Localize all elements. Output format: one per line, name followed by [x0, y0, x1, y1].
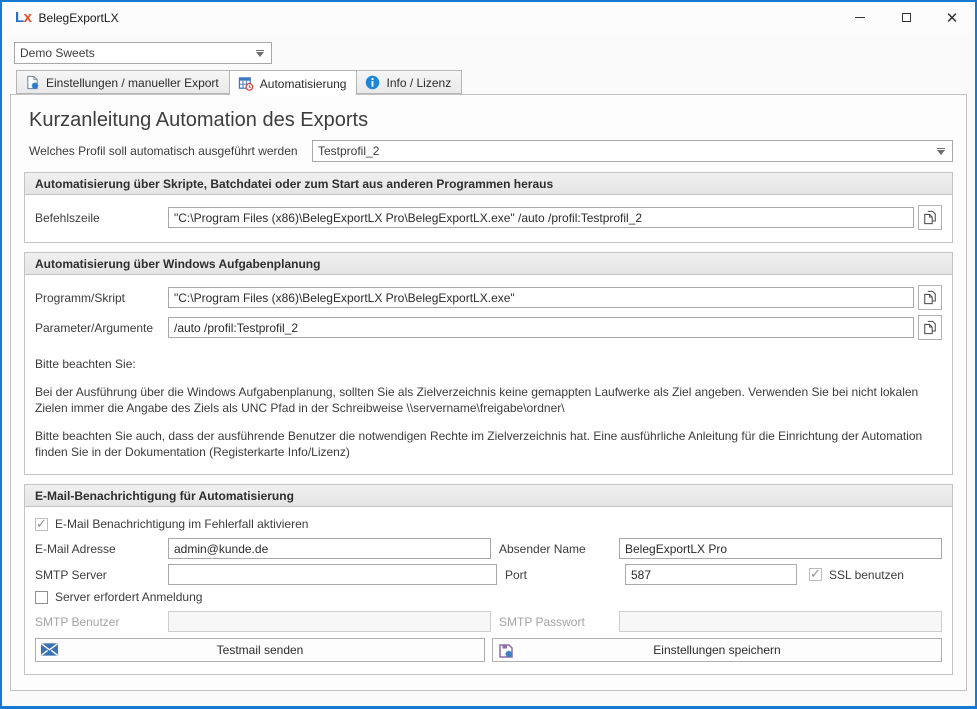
profile-select[interactable]: Testprofil_2 [312, 140, 953, 162]
parameter-argumente-input[interactable] [168, 317, 914, 338]
smtp-server-input[interactable] [168, 564, 497, 585]
smtp-benutzer-label: SMTP Benutzer [35, 615, 168, 629]
befehlszeile-input[interactable] [168, 207, 914, 228]
app-window: Lx BelegExportLX ✕ Demo Sweets Einstellu… [0, 0, 977, 709]
programm-skript-input[interactable] [168, 287, 914, 308]
window-title: BelegExportLX [39, 11, 119, 25]
app-logo-icon: Lx [15, 9, 32, 26]
scheduler-notes: Bitte beachten Sie: Bei der Ausführung ü… [35, 356, 942, 460]
ssl-label: SSL benutzen [829, 568, 904, 582]
section-scheduler: Automatisierung über Windows Aufgabenpla… [24, 252, 953, 475]
section-email-title: E-Mail-Benachrichtigung für Automatisier… [25, 485, 952, 507]
einstellungen-speichern-label: Einstellungen speichern [653, 643, 780, 657]
section-scheduler-title: Automatisierung über Windows Aufgabenpla… [25, 253, 952, 275]
maximize-button[interactable] [883, 2, 929, 33]
copy-icon [923, 290, 937, 305]
email-adresse-label: E-Mail Adresse [35, 542, 168, 556]
copy-icon [923, 320, 937, 335]
tab-automatisierung[interactable]: Automatisierung [230, 70, 358, 95]
befehlszeile-label: Befehlszeile [35, 211, 168, 225]
parameter-argumente-label: Parameter/Argumente [35, 321, 168, 335]
profile-label: Welches Profil soll automatisch ausgefüh… [29, 144, 312, 158]
copy-programm-button[interactable] [918, 285, 942, 310]
mandant-select-value: Demo Sweets [20, 46, 95, 60]
smtp-passwort-input [619, 611, 942, 632]
port-label: Port [497, 568, 625, 582]
page-title: Kurzanleitung Automation des Exports [29, 109, 953, 132]
note-permissions: Bitte beachten Sie auch, dass der ausfüh… [35, 428, 942, 460]
tab-label: Info / Lizenz [386, 76, 451, 90]
auth-checkbox[interactable] [35, 591, 48, 604]
section-scripts-title: Automatisierung über Skripte, Batchdatei… [25, 173, 952, 195]
smtp-benutzer-input [168, 611, 491, 632]
email-enable-checkbox [35, 518, 48, 531]
absender-name-label: Absender Name [491, 542, 619, 556]
chevron-down-icon [937, 150, 945, 155]
minimize-button[interactable] [837, 2, 883, 33]
auth-label: Server erfordert Anmeldung [55, 590, 202, 604]
email-adresse-input[interactable] [168, 538, 491, 559]
info-icon [365, 75, 380, 90]
copy-parameter-button[interactable] [918, 315, 942, 340]
programm-skript-label: Programm/Skript [35, 291, 168, 305]
tab-page-automatisierung: Kurzanleitung Automation des Exports Wel… [10, 94, 967, 691]
copy-befehlszeile-button[interactable] [918, 205, 942, 230]
section-scripts: Automatisierung über Skripte, Batchdatei… [24, 172, 953, 243]
mandant-select[interactable]: Demo Sweets [14, 42, 272, 64]
testmail-senden-label: Testmail senden [217, 643, 304, 657]
email-enable-label: E-Mail Benachrichtigung im Fehlerfall ak… [55, 517, 308, 531]
tab-info-lizenz[interactable]: Info / Lizenz [357, 70, 462, 94]
titlebar[interactable]: Lx BelegExportLX ✕ [2, 2, 975, 33]
mail-icon [41, 643, 58, 659]
document-gear-icon [25, 75, 40, 90]
testmail-senden-button[interactable]: Testmail senden [35, 638, 485, 662]
smtp-passwort-label: SMTP Passwort [491, 615, 619, 629]
port-input[interactable] [625, 564, 797, 585]
tab-label: Automatisierung [260, 77, 347, 91]
note-title: Bitte beachten Sie: [35, 356, 942, 372]
smtp-server-label: SMTP Server [35, 568, 168, 582]
note-mapped-drives: Bei der Ausführung über die Windows Aufg… [35, 384, 942, 416]
close-button[interactable]: ✕ [929, 2, 975, 33]
tab-bar: Einstellungen / manueller Export Automat… [16, 70, 975, 94]
save-settings-icon [498, 643, 514, 662]
section-email: E-Mail-Benachrichtigung für Automatisier… [24, 484, 953, 675]
chevron-down-icon [256, 52, 264, 57]
tab-einstellungen[interactable]: Einstellungen / manueller Export [16, 70, 230, 94]
profile-select-value: Testprofil_2 [318, 144, 379, 158]
einstellungen-speichern-button[interactable]: Einstellungen speichern [492, 638, 942, 662]
ssl-checkbox [809, 568, 822, 581]
tab-label: Einstellungen / manueller Export [46, 76, 219, 90]
calendar-clock-icon [238, 76, 254, 91]
copy-icon [923, 210, 937, 225]
absender-name-input[interactable] [619, 538, 942, 559]
